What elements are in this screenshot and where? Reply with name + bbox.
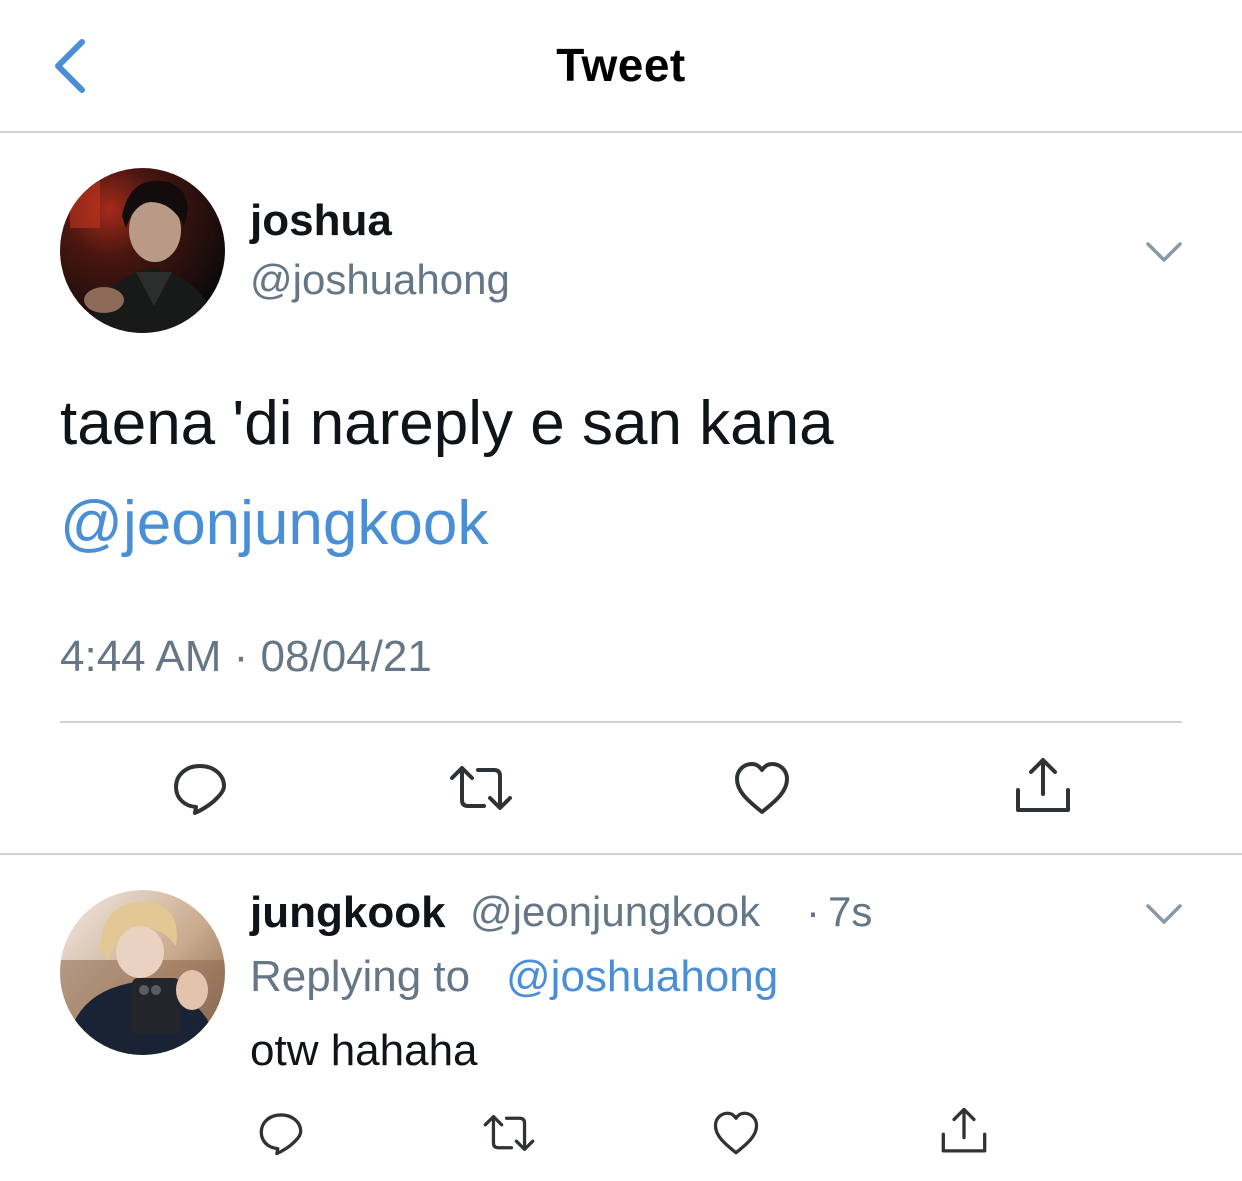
replying-to-label: Replying to (250, 952, 471, 1001)
navigation-bar: Tweet (0, 0, 1242, 132)
author-display-name[interactable]: joshua (250, 196, 392, 246)
like-icon (735, 762, 789, 814)
share-button[interactable] (1014, 756, 1072, 816)
chevron-down-icon (1146, 904, 1182, 924)
tweet-options-button[interactable] (1144, 236, 1184, 266)
page-title: Tweet (556, 39, 686, 91)
reply-icon (174, 764, 226, 815)
retweet-button[interactable] (448, 760, 514, 816)
reply-icon (259, 1113, 303, 1156)
avatar[interactable] (60, 890, 225, 1055)
share-button[interactable] (940, 1106, 988, 1156)
header-divider (0, 131, 1242, 133)
reply-text: otw hahaha (250, 1026, 478, 1075)
author-handle[interactable]: @joshuahong (250, 256, 510, 304)
tweet-timestamp: 4:44 AM · 08/04/21 (60, 632, 432, 681)
share-icon (941, 1107, 987, 1153)
share-icon (1016, 758, 1070, 812)
reply-author-display-name[interactable]: jungkook (250, 888, 446, 938)
actions-divider (0, 853, 1242, 855)
timestamp-divider (60, 721, 1182, 723)
retweet-button[interactable] (482, 1110, 536, 1156)
retweet-icon (483, 1114, 535, 1151)
reply-author-handle[interactable]: @jeonjungkook (470, 888, 760, 936)
mention-link[interactable]: @jeonjungkook (60, 488, 488, 559)
reply-button[interactable] (172, 760, 228, 816)
like-button[interactable] (733, 760, 791, 816)
like-icon (713, 1111, 759, 1155)
tweet-text: taena 'di nareply e san kana (60, 389, 834, 458)
replying-to-link[interactable]: @joshuahong (506, 952, 778, 1002)
reply-time: 7s (828, 888, 873, 935)
reply-time-separator: · (806, 888, 820, 935)
retweet-icon (450, 766, 512, 810)
avatar[interactable] (60, 168, 225, 333)
reply-button[interactable] (258, 1110, 304, 1156)
like-button[interactable] (712, 1110, 760, 1156)
chevron-down-icon (1146, 242, 1182, 262)
reply-options-button[interactable] (1144, 898, 1184, 928)
